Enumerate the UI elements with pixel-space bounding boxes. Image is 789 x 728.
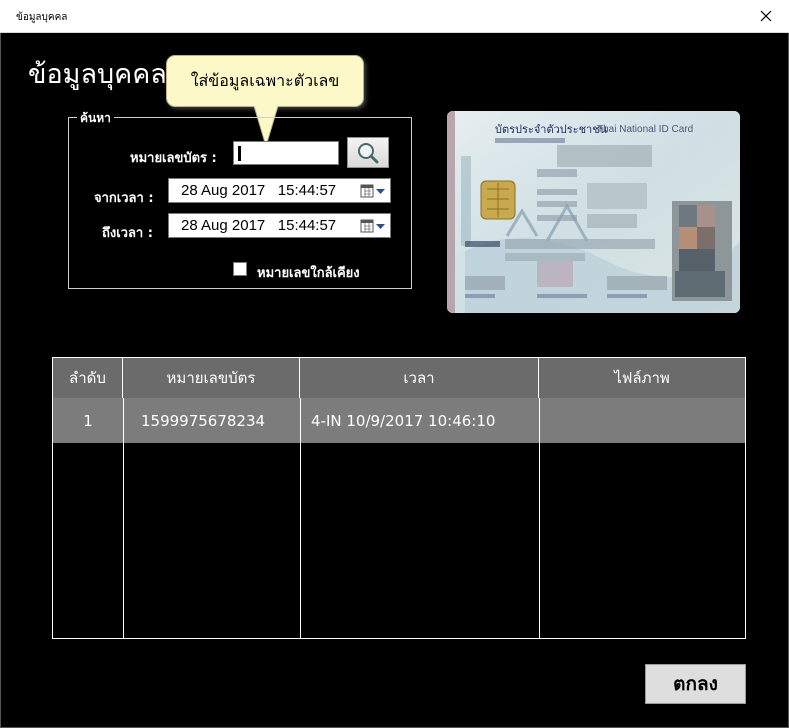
- calendar-dropdown-icon[interactable]: [360, 184, 386, 199]
- column-divider: [539, 398, 540, 638]
- page-title: ข้อมูลบุคคล: [28, 59, 167, 90]
- search-button[interactable]: [347, 137, 389, 168]
- calendar-dropdown-icon[interactable]: [360, 219, 386, 234]
- table-header: ลำดับ หมายเลขบัตร เวลา ไฟล์ภาพ: [53, 358, 745, 398]
- from-time-label: จากเวลา :: [94, 191, 154, 206]
- magnifier-icon: [358, 142, 379, 163]
- similar-number-label: หมายเลขใกล้เคียง: [257, 266, 360, 281]
- cell-card-number: 1599975678234: [141, 411, 266, 430]
- column-header-card-number[interactable]: หมายเลขบัตร: [123, 358, 300, 398]
- title-bar: ข้อมูลบุคคล: [0, 0, 789, 33]
- column-divider: [123, 398, 124, 638]
- search-group-legend: ค้นหา: [77, 109, 114, 128]
- cell-seq: 1: [83, 411, 93, 430]
- column-divider: [300, 398, 301, 638]
- column-header-image-file[interactable]: ไฟล์ภาพ: [539, 358, 745, 398]
- from-datetime-value: 28 Aug 2017 15:44:57: [181, 182, 337, 199]
- cell-time: 4-IN 10/9/2017 10:46:10: [311, 411, 496, 430]
- card-number-input[interactable]: [233, 141, 339, 165]
- column-header-seq[interactable]: ลำดับ: [53, 358, 123, 398]
- table-row[interactable]: 1 1599975678234 4-IN 10/9/2017 10:46:10: [53, 398, 745, 443]
- from-datetime-picker[interactable]: 28 Aug 2017 15:44:57: [168, 178, 391, 203]
- close-button[interactable]: [743, 0, 789, 32]
- input-hint-tooltip: ใส่ข้อมูลเฉพาะตัวเลข: [166, 55, 364, 107]
- similar-number-checkbox[interactable]: [233, 262, 247, 276]
- id-card-title-th: บัตรประจำตัวประชาชน: [495, 123, 608, 136]
- records-table[interactable]: ลำดับ หมายเลขบัตร เวลา ไฟล์ภาพ 1 1599975…: [52, 357, 746, 639]
- card-number-label: หมายเลขบัตร :: [130, 151, 217, 166]
- id-card-title-en: Thai National ID Card: [597, 124, 693, 135]
- column-header-time[interactable]: เวลา: [300, 358, 539, 398]
- window-title: ข้อมูลบุคคล: [16, 12, 68, 23]
- id-card-image: บัตรประจำตัวประชาชน Thai National ID Car…: [447, 111, 740, 313]
- to-time-label: ถึงเวลา :: [102, 226, 153, 241]
- text-caret: [238, 146, 241, 161]
- cell-image-file: [549, 398, 745, 443]
- ok-button[interactable]: ตกลง: [645, 664, 746, 704]
- close-icon: [760, 10, 772, 22]
- id-card-graphic: บัตรประจำตัวประชาชน Thai National ID Car…: [447, 111, 740, 313]
- to-datetime-value: 28 Aug 2017 15:44:57: [181, 217, 337, 234]
- to-datetime-picker[interactable]: 28 Aug 2017 15:44:57: [168, 213, 391, 238]
